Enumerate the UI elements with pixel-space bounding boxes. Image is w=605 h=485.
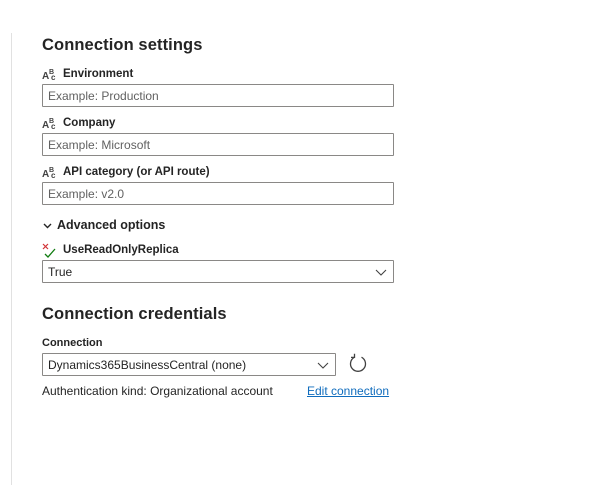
environment-input[interactable] bbox=[42, 84, 394, 107]
panel-divider bbox=[11, 33, 12, 485]
api-category-input[interactable] bbox=[42, 182, 394, 205]
chevron-down-icon bbox=[374, 265, 388, 279]
edit-connection-link[interactable]: Edit connection bbox=[307, 384, 389, 398]
text-type-icon: A B c bbox=[42, 116, 60, 131]
environment-label: A B c Environment bbox=[42, 66, 133, 82]
connection-select[interactable]: Dynamics365BusinessCentral (none) bbox=[42, 353, 336, 376]
advanced-options-label: Advanced options bbox=[57, 218, 166, 232]
svg-text:c: c bbox=[51, 171, 56, 179]
company-label-text: Company bbox=[63, 117, 116, 129]
connection-label: Connection bbox=[42, 337, 103, 349]
use-read-only-replica-label-text: UseReadOnlyReplica bbox=[63, 244, 179, 256]
company-label: A B c Company bbox=[42, 115, 115, 131]
advanced-options-toggle[interactable]: Advanced options bbox=[42, 217, 165, 233]
connection-value: Dynamics365BusinessCentral (none) bbox=[48, 357, 247, 372]
use-read-only-replica-value: True bbox=[48, 264, 73, 279]
company-input[interactable] bbox=[42, 133, 394, 156]
text-type-icon: A B c bbox=[42, 67, 60, 82]
connection-credentials-title: Connection credentials bbox=[42, 305, 227, 323]
svg-text:c: c bbox=[51, 73, 56, 81]
use-read-only-replica-select[interactable]: True bbox=[42, 260, 394, 283]
environment-label-text: Environment bbox=[63, 68, 134, 80]
text-type-icon: A B c bbox=[42, 165, 60, 180]
chevron-down-icon bbox=[42, 220, 53, 231]
connection-page: Connection settings A B c Environment A … bbox=[0, 0, 605, 485]
authentication-kind-text: Authentication kind: Organizational acco… bbox=[42, 384, 273, 398]
api-category-label: A B c API category (or API route) bbox=[42, 164, 210, 180]
api-category-label-text: API category (or API route) bbox=[63, 166, 210, 178]
svg-text:c: c bbox=[51, 122, 56, 130]
chevron-down-icon bbox=[316, 358, 330, 372]
boolean-type-icon bbox=[42, 243, 60, 258]
use-read-only-replica-label: UseReadOnlyReplica bbox=[42, 242, 179, 258]
connection-settings-title: Connection settings bbox=[42, 36, 203, 54]
refresh-icon bbox=[349, 353, 367, 372]
refresh-connection-button[interactable] bbox=[346, 352, 370, 376]
